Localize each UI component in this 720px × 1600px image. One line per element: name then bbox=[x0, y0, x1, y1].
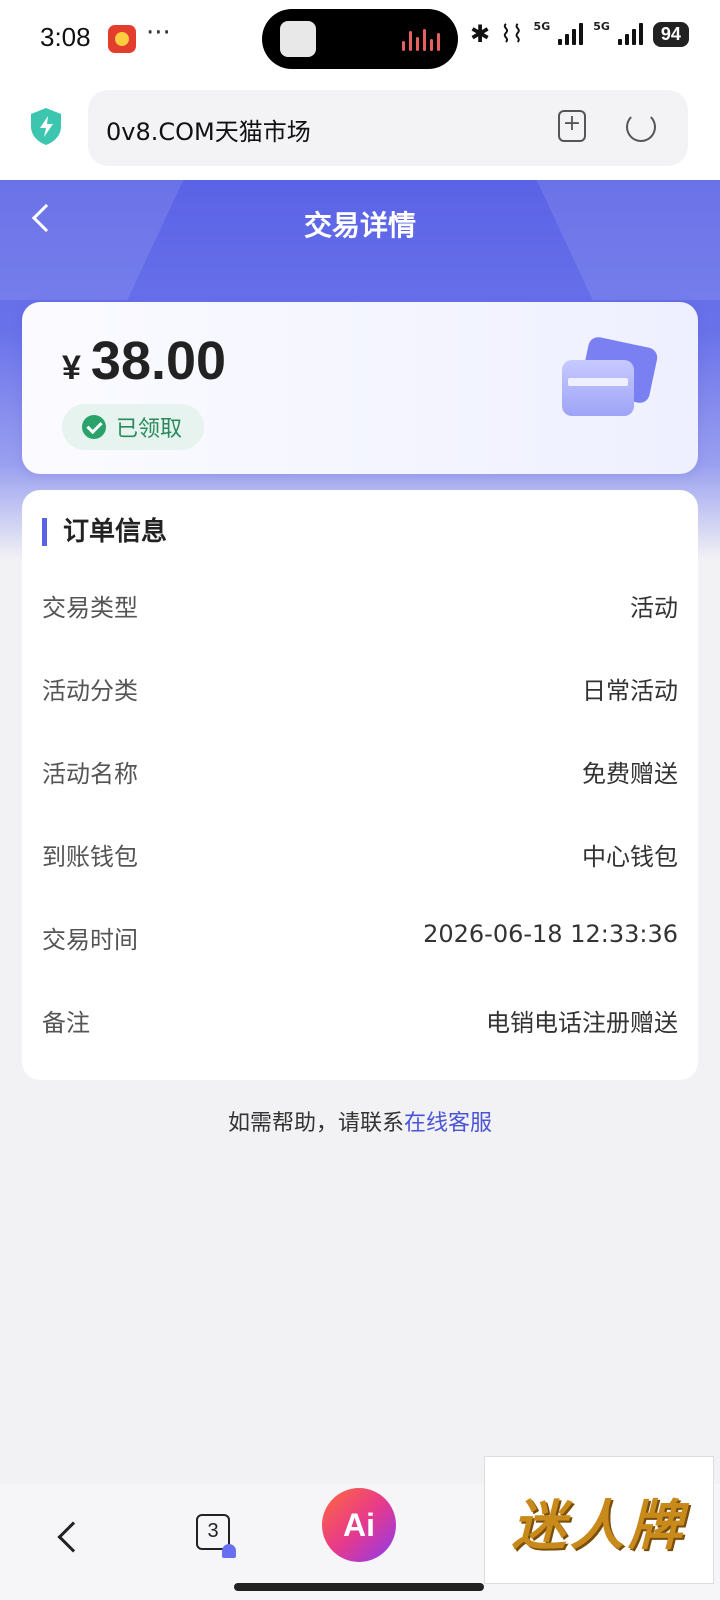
order-row-activity-name: 活动名称 免费赠送 bbox=[42, 754, 678, 794]
watermark-stamp: 迷人牌 bbox=[484, 1456, 714, 1584]
add-bookmark-icon[interactable]: + bbox=[558, 110, 586, 142]
order-row-wallet: 到账钱包 中心钱包 bbox=[42, 837, 678, 877]
address-bar[interactable]: 0v8.COM天猫市场 + bbox=[88, 90, 688, 166]
currency-symbol: ¥ bbox=[62, 349, 81, 387]
network-type-2: 5G bbox=[593, 20, 610, 33]
dynamic-island[interactable] bbox=[262, 9, 458, 69]
security-shield-icon[interactable] bbox=[28, 106, 64, 146]
row-value: 2026-06-18 12:33:36 bbox=[423, 920, 678, 948]
section-title: 订单信息 bbox=[42, 518, 167, 546]
status-time: 3:08 bbox=[40, 22, 91, 52]
amount-value: 38.00 bbox=[90, 331, 227, 391]
help-text: 如需帮助，请联系在线客服 bbox=[0, 1105, 720, 1137]
system-icons: ✱ ⌇⌇ 5G 5G 94 bbox=[470, 20, 689, 48]
ai-assistant-button[interactable]: Ai bbox=[322, 1488, 396, 1562]
order-row-remark: 备注 电销电话注册赠送 bbox=[42, 1003, 678, 1043]
order-row-time: 交易时间 2026-06-18 12:33:36 bbox=[42, 920, 678, 960]
row-value: 电销电话注册赠送 bbox=[486, 1009, 678, 1037]
order-info-card: 订单信息 交易类型 活动 活动分类 日常活动 活动名称 免费赠送 到账钱包 中心… bbox=[22, 490, 698, 1080]
row-label: 交易时间 bbox=[42, 926, 138, 954]
browser-toolbar: 0v8.COM天猫市场 + bbox=[0, 80, 720, 180]
reload-icon[interactable] bbox=[626, 112, 656, 142]
amount-card: ¥38.00 已领取 bbox=[22, 302, 698, 474]
bluetooth-icon: ✱ bbox=[470, 20, 491, 48]
bank-card-icon bbox=[562, 335, 660, 422]
browser-back-icon[interactable] bbox=[57, 1521, 89, 1553]
order-row-type: 交易类型 活动 bbox=[42, 588, 678, 628]
home-indicator[interactable] bbox=[234, 1583, 484, 1591]
status-text: 已领取 bbox=[116, 417, 183, 442]
row-value: 日常活动 bbox=[582, 677, 678, 705]
amount-display: ¥38.00 bbox=[62, 330, 226, 392]
battery-level: 94 bbox=[652, 21, 689, 47]
row-value: 活动 bbox=[630, 594, 678, 622]
status-badge: 已领取 bbox=[62, 404, 205, 450]
row-value: 中心钱包 bbox=[582, 843, 678, 871]
page-title: 交易详情 bbox=[303, 209, 416, 242]
notification-app-icon bbox=[108, 25, 136, 53]
row-label: 到账钱包 bbox=[42, 843, 138, 871]
help-prefix: 如需帮助，请联系 bbox=[227, 1111, 404, 1136]
earbuds-icon: ⌇⌇ bbox=[500, 20, 524, 48]
url-text[interactable]: 0v8.COM天猫市场 bbox=[106, 112, 311, 147]
row-label: 备注 bbox=[42, 1009, 90, 1037]
row-label: 交易类型 bbox=[42, 594, 138, 622]
row-label: 活动分类 bbox=[42, 677, 138, 705]
media-thumbnail bbox=[280, 21, 316, 57]
order-row-category: 活动分类 日常活动 bbox=[42, 671, 678, 711]
signal-icon-2 bbox=[617, 23, 643, 45]
network-type: 5G bbox=[533, 20, 551, 33]
audio-wave-icon bbox=[402, 27, 440, 51]
check-circle-icon bbox=[82, 415, 106, 439]
signal-icon bbox=[558, 23, 584, 45]
status-bar: 3:08 ··· ✱ ⌇⌇ 5G 5G 94 bbox=[0, 0, 720, 80]
customer-service-link[interactable]: 在线客服 bbox=[404, 1111, 492, 1136]
row-label: 活动名称 bbox=[42, 760, 138, 788]
more-notifications: ··· bbox=[146, 18, 171, 48]
watermark-text: 迷人牌 bbox=[512, 1492, 686, 1557]
incognito-ghost-icon bbox=[222, 1544, 236, 1558]
row-value: 免费赠送 bbox=[582, 760, 678, 788]
